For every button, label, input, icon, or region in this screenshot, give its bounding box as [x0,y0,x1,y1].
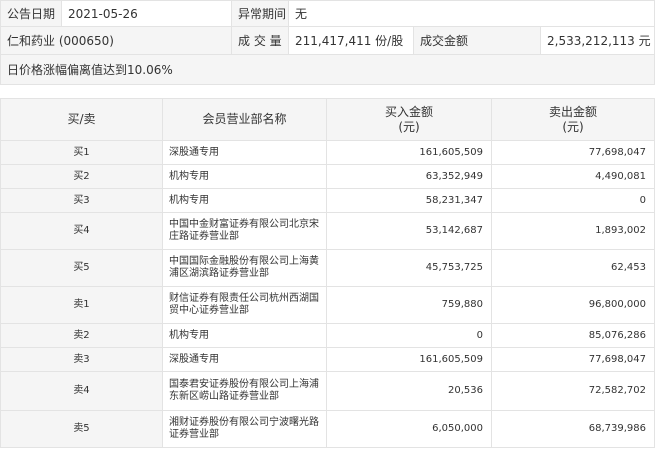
info-row-reason: 日价格涨幅偏离值达到10.06% [0,54,656,85]
header-member: 会员营业部名称 [162,98,327,141]
row-buy-amount: 6,050,000 [326,410,492,448]
header-buy-unit: (元) [398,119,420,134]
table-row: 卖2 机构专用 0 85,076,286 [0,323,655,348]
row-sell-amount: 96,800,000 [491,286,655,324]
row-side: 卖5 [0,410,163,448]
header-side: 买/卖 [0,98,163,141]
volume-value: 211,417,411 份/股 [288,26,414,55]
table-row: 买5 中国国际金融股份有限公司上海黄浦区湖滨路证券营业部 45,753,725 … [0,249,655,287]
stock-info-table: 公告日期 2021-05-26 异常期间 无 仁和药业 (000650) 成 交… [0,0,656,85]
table-row: 卖4 国泰君安证券股份有限公司上海浦东新区崂山路证券营业部 20,536 72,… [0,371,655,411]
row-buy-amount: 58,231,347 [326,188,492,213]
row-buy-amount: 0 [326,323,492,348]
abnormal-period-value: 无 [287,0,656,27]
announce-date-value: 2021-05-26 [61,0,232,27]
table-row: 卖3 深股通专用 161,605,509 77,698,047 [0,347,655,372]
table-row: 买4 中国中金财富证券有限公司北京宋庄路证券营业部 53,142,687 1,8… [0,212,655,250]
row-side: 卖1 [0,286,163,324]
row-sell-amount: 85,076,286 [491,323,655,348]
row-side: 买3 [0,188,163,213]
row-member-name: 中国中金财富证券有限公司北京宋庄路证券营业部 [162,212,327,250]
trading-detail-table: 买/卖 会员营业部名称 买入金额 (元) 卖出金额 (元) 买1 深股通专用 161… [0,98,655,448]
row-buy-amount: 53,142,687 [326,212,492,250]
table-row: 卖1 财信证券有限责任公司杭州西湖国贸中心证券营业部 759,880 96,80… [0,286,655,324]
row-sell-amount: 77,698,047 [491,140,655,165]
row-buy-amount: 759,880 [326,286,492,324]
row-member-name: 深股通专用 [162,347,327,372]
row-member-name: 中国国际金融股份有限公司上海黄浦区湖滨路证券营业部 [162,249,327,287]
row-side: 买5 [0,249,163,287]
header-buy-label: 买入金额 [384,104,433,119]
volume-label: 成 交 量 [231,26,289,55]
table-row: 买2 机构专用 63,352,949 4,490,081 [0,164,655,189]
row-member-name: 机构专用 [162,164,327,189]
header-buy: 买入金额 (元) [326,98,492,141]
header-sell: 卖出金额 (元) [491,98,655,141]
abnormal-period-label: 异常期间 [231,0,289,27]
amount-value: 2,533,212,113 元 [539,26,656,55]
reason-text: 日价格涨幅偏离值达到10.06% [0,54,656,85]
header-sell-label: 卖出金额 [548,104,597,119]
announce-date-label: 公告日期 [0,0,62,27]
row-member-name: 深股通专用 [162,140,327,165]
info-row-trade: 仁和药业 (000650) 成 交 量 211,417,411 份/股 成交金额… [0,26,656,55]
row-side: 卖2 [0,323,163,348]
row-side: 卖4 [0,371,163,411]
row-buy-amount: 63,352,949 [326,164,492,189]
table-row: 买3 机构专用 58,231,347 0 [0,188,655,213]
row-buy-amount: 161,605,509 [326,347,492,372]
info-row-date: 公告日期 2021-05-26 异常期间 无 [0,0,656,27]
table-row: 买1 深股通专用 161,605,509 77,698,047 [0,140,655,165]
table-header-row: 买/卖 会员营业部名称 买入金额 (元) 卖出金额 (元) [0,98,655,141]
amount-label: 成交金额 [413,26,541,55]
header-sell-unit: (元) [562,119,584,134]
row-sell-amount: 1,893,002 [491,212,655,250]
row-member-name: 机构专用 [162,323,327,348]
row-side: 买2 [0,164,163,189]
table-row: 卖5 湘财证券股份有限公司宁波曙光路证券营业部 6,050,000 68,739… [0,410,655,448]
row-member-name: 财信证券有限责任公司杭州西湖国贸中心证券营业部 [162,286,327,324]
row-sell-amount: 77,698,047 [491,347,655,372]
row-member-name: 国泰君安证券股份有限公司上海浦东新区崂山路证券营业部 [162,371,327,411]
row-sell-amount: 72,582,702 [491,371,655,411]
row-member-name: 湘财证券股份有限公司宁波曙光路证券营业部 [162,410,327,448]
row-buy-amount: 20,536 [326,371,492,411]
row-sell-amount: 4,490,081 [491,164,655,189]
row-side: 买1 [0,140,163,165]
stock-name: 仁和药业 (000650) [0,26,232,55]
row-sell-amount: 0 [491,188,655,213]
row-member-name: 机构专用 [162,188,327,213]
row-side: 买4 [0,212,163,250]
row-sell-amount: 62,453 [491,249,655,287]
row-sell-amount: 68,739,986 [491,410,655,448]
row-buy-amount: 45,753,725 [326,249,492,287]
row-buy-amount: 161,605,509 [326,140,492,165]
row-side: 卖3 [0,347,163,372]
